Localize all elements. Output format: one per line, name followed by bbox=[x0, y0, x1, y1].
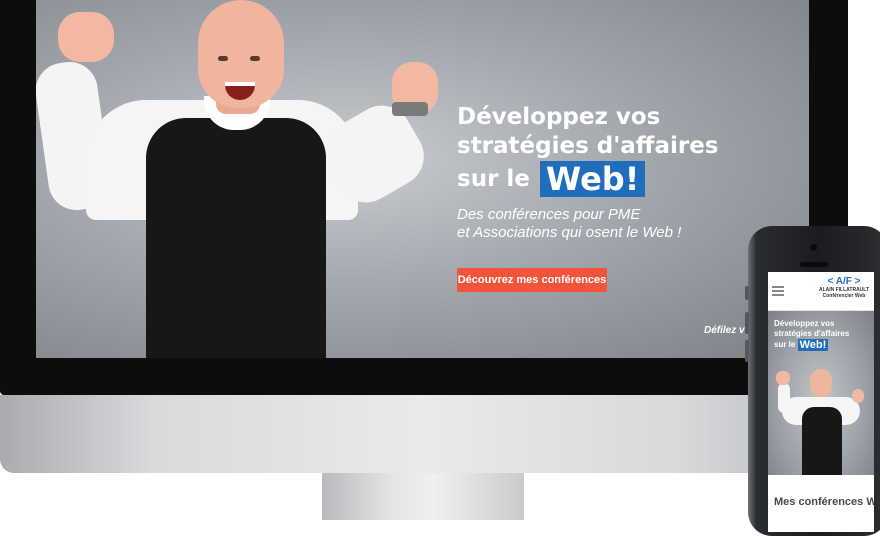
hero-title-highlight: Web! bbox=[539, 161, 646, 197]
desktop-monitor: Développez vos stratégies d'affaires sur… bbox=[0, 0, 848, 395]
hero-subtitle-line1: Des conférences pour PME bbox=[457, 206, 641, 223]
speaker-watch bbox=[392, 102, 428, 116]
mobile-section-heading: Mes conférences W bbox=[774, 496, 874, 508]
mobile-hero: Développez vos stratégies d'affaires sur… bbox=[768, 311, 874, 475]
mobile-phone: < A/F > ALAIN FILLATRAULT Conférencier W… bbox=[745, 226, 880, 536]
mobile-speaker-left-fist bbox=[776, 371, 790, 385]
phone-camera bbox=[810, 244, 817, 251]
hero-photo-speaker bbox=[36, 0, 456, 358]
speaker-left-fist bbox=[58, 12, 114, 62]
hero-title: Développez vos stratégies d'affaires sur… bbox=[457, 103, 797, 197]
mobile-hero-title-line1: Développez vos bbox=[774, 319, 835, 328]
phone-volume-down bbox=[745, 340, 749, 362]
phone-screen: < A/F > ALAIN FILLATRAULT Conférencier W… bbox=[768, 272, 874, 532]
phone-speaker bbox=[800, 262, 828, 267]
hero-title-prefix: sur le bbox=[457, 166, 530, 192]
hero-title-line2: stratégies d'affaires bbox=[457, 133, 719, 159]
hero-subtitle-line2: et Associations qui osent le Web ! bbox=[457, 224, 682, 241]
mobile-hero-title-prefix: sur le bbox=[774, 340, 796, 349]
hero-title-line3: sur le Web! bbox=[457, 161, 797, 197]
discover-conferences-button[interactable]: Découvrez mes conférences bbox=[457, 268, 607, 292]
speaker-eye bbox=[218, 56, 228, 61]
phone-volume-up bbox=[745, 312, 749, 334]
mobile-speaker-right-fist bbox=[852, 389, 864, 403]
monitor-stand bbox=[322, 473, 524, 520]
hero-subtitle: Des conférences pour PME et Associations… bbox=[457, 206, 777, 242]
mobile-speaker-head bbox=[810, 369, 832, 397]
hero-title-line1: Développez vos bbox=[457, 104, 661, 130]
logo-mark: < A/F > bbox=[827, 276, 861, 287]
desktop-screen: Développez vos stratégies d'affaires sur… bbox=[36, 0, 809, 358]
mobile-hero-title-highlight: Web! bbox=[797, 339, 829, 351]
hamburger-menu-icon[interactable] bbox=[772, 286, 784, 296]
logo-tagline: Conférencier Web bbox=[822, 293, 866, 299]
mobile-hero-photo-speaker bbox=[768, 361, 874, 475]
monitor-chin bbox=[0, 395, 848, 473]
site-logo[interactable]: < A/F > ALAIN FILLATRAULT Conférencier W… bbox=[818, 276, 870, 299]
mobile-hero-title-line2: stratégies d'affaires bbox=[774, 329, 850, 338]
phone-mute-switch bbox=[745, 286, 749, 300]
mobile-speaker-vest bbox=[802, 407, 842, 475]
speaker-eye bbox=[250, 56, 260, 61]
speaker-vest bbox=[146, 118, 326, 358]
mobile-hero-title: Développez vos stratégies d'affaires sur… bbox=[774, 319, 870, 351]
mobile-hero-title-line3: sur le Web! bbox=[774, 339, 870, 351]
mobile-header: < A/F > ALAIN FILLATRAULT Conférencier W… bbox=[768, 272, 874, 311]
